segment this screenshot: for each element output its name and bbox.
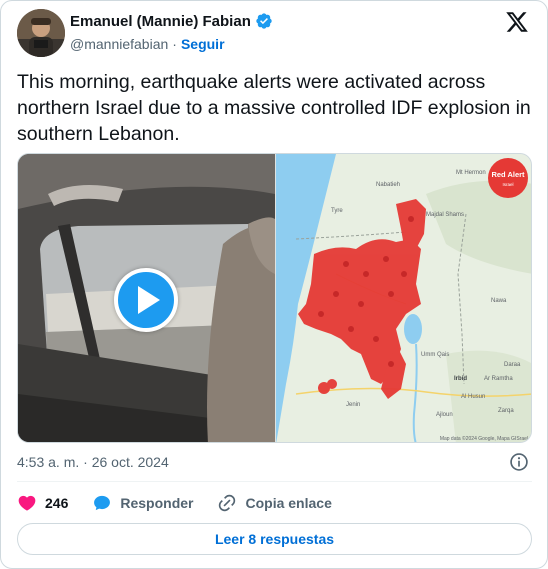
reply-button[interactable]: Responder	[92, 493, 193, 513]
author-name-row: Emanuel (Mannie) Fabian	[70, 12, 273, 30]
link-icon	[219, 494, 236, 512]
reply-bubble-icon	[94, 495, 111, 511]
read-replies-button[interactable]: Leer 8 respuestas	[17, 523, 532, 555]
map-label-nabatieh: Nabatieh	[376, 182, 400, 188]
map-attribution: Map data ©2024 Google, Mapa GISrael	[440, 435, 528, 442]
map-label-nawa: Nawa	[491, 298, 507, 304]
alert-map[interactable]: Red Alert Israel Mt Hermon Nabatieh Tyre…	[276, 154, 532, 443]
map-label-ar-ramtha: Ar Ramtha	[484, 376, 513, 382]
map-label-umm-qais: Umm Qais	[421, 352, 449, 358]
like-button[interactable]: 246	[17, 493, 68, 513]
play-button[interactable]	[114, 268, 178, 332]
tweet-timestamp[interactable]: 4:53 a. m. · 26 oct. 2024	[17, 454, 169, 470]
map-label-tyre: Tyre	[331, 208, 343, 214]
action-bar: 246 Responder Copia enlace	[17, 491, 356, 515]
tweet-media[interactable]: Red Alert Israel Mt Hermon Nabatieh Tyre…	[17, 153, 532, 443]
map-label-mt-hermon: Mt Hermon	[456, 170, 486, 176]
map-label-ajloun: Ajloun	[436, 412, 453, 418]
x-logo-icon[interactable]	[505, 10, 529, 34]
author-handle[interactable]: @manniefabian	[70, 36, 168, 52]
tweet-card: Emanuel (Mannie) Fabian @manniefabian · …	[0, 0, 548, 569]
copy-link-label: Copia enlace	[245, 495, 332, 511]
handle-row: @manniefabian · Seguir	[70, 36, 225, 52]
info-icon[interactable]	[509, 452, 529, 472]
reply-label: Responder	[120, 495, 194, 511]
author-avatar[interactable]	[17, 9, 65, 57]
like-count: 246	[45, 495, 69, 511]
handle-separator: ·	[172, 36, 177, 52]
play-icon	[138, 286, 160, 314]
follow-button[interactable]: Seguir	[181, 36, 225, 52]
map-label-al-husun: Al Husun	[461, 394, 485, 400]
heart-icon	[18, 495, 36, 511]
map-label-daraa: Daraa	[504, 362, 521, 368]
verified-badge-icon	[256, 13, 272, 29]
divider	[17, 481, 532, 482]
map-badge-subtitle: Israel	[502, 182, 513, 187]
tweet-text: This morning, earthquake alerts were act…	[17, 71, 531, 145]
map-badge-title: Red Alert	[491, 170, 525, 179]
map-label-zarqa: Zarqa	[498, 408, 514, 414]
map-label-irbid: Irbid	[454, 376, 467, 382]
author-name[interactable]: Emanuel (Mannie) Fabian	[70, 13, 251, 30]
map-label-jenin: Jenin	[346, 402, 360, 408]
map-label-majdal-shams: Majdal Shams	[426, 212, 464, 218]
copy-link-button[interactable]: Copia enlace	[217, 493, 332, 513]
